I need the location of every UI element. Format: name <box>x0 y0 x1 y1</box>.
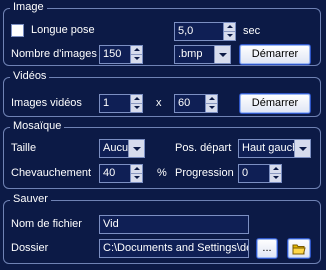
percent-label: % <box>157 167 167 179</box>
chevauchement-label: Chevauchement <box>11 167 92 179</box>
mosaique-legend: Mosaïque <box>10 120 65 132</box>
spin-down-icon[interactable] <box>131 174 142 182</box>
exposure-unit: sec <box>243 25 261 37</box>
chevron-down-icon[interactable] <box>294 140 310 157</box>
browse-button[interactable]: ... <box>256 238 278 259</box>
taille-dropdown[interactable]: Aucun <box>99 139 145 158</box>
format-value: .bmp <box>178 48 203 60</box>
longue-pose-checkbox[interactable] <box>11 24 24 37</box>
pos-depart-label: Pos. départ <box>175 142 232 154</box>
spin-up-icon[interactable] <box>270 165 281 174</box>
exposure-field[interactable]: 5,0 <box>174 22 224 41</box>
video-width-field[interactable]: 1 <box>99 94 131 113</box>
videos-legend: Vidéos <box>10 70 50 82</box>
spin-up-icon[interactable] <box>131 165 142 174</box>
spin-down-icon[interactable] <box>131 104 142 112</box>
chevron-down-icon[interactable] <box>128 140 144 157</box>
progression-label: Progression <box>175 167 234 179</box>
sauver-legend: Sauver <box>10 193 51 205</box>
progression-spinner[interactable] <box>269 164 282 183</box>
exposure-spinner[interactable] <box>223 22 236 41</box>
x-label: x <box>156 97 162 109</box>
image-legend: Image <box>10 1 47 13</box>
nom-fichier-label: Nom de fichier <box>11 218 82 230</box>
progression-field[interactable]: 0 <box>238 164 270 183</box>
chevauchement-field[interactable]: 40 <box>99 164 131 183</box>
longue-pose-label: Longue pose <box>31 24 95 36</box>
dossier-field[interactable]: C:\Documents and Settings\den <box>99 239 249 258</box>
pos-depart-dropdown[interactable]: Haut gauche <box>238 139 311 158</box>
spin-up-icon[interactable] <box>131 46 142 55</box>
video-height-spinner[interactable] <box>205 94 218 113</box>
video-width-spinner[interactable] <box>130 94 143 113</box>
image-start-button[interactable]: Démarrer <box>239 44 311 65</box>
videos-start-button[interactable]: Démarrer <box>239 93 311 114</box>
nombre-images-spinner[interactable] <box>130 45 143 64</box>
spin-down-icon[interactable] <box>270 174 281 182</box>
images-videos-label: Images vidéos <box>11 97 82 109</box>
spin-up-icon[interactable] <box>206 95 217 104</box>
spin-up-icon[interactable] <box>131 95 142 104</box>
format-dropdown[interactable]: .bmp <box>174 45 231 64</box>
nombre-images-label: Nombre d'images <box>11 48 97 60</box>
spin-down-icon[interactable] <box>206 104 217 112</box>
spin-down-icon[interactable] <box>131 55 142 63</box>
spin-down-icon[interactable] <box>224 32 235 40</box>
chevauchement-spinner[interactable] <box>130 164 143 183</box>
spin-up-icon[interactable] <box>224 23 235 32</box>
dossier-label: Dossier <box>11 242 49 254</box>
folder-icon <box>292 244 306 255</box>
chevron-down-icon[interactable] <box>214 46 230 63</box>
taille-label: Taille <box>11 142 37 154</box>
video-height-field[interactable]: 60 <box>174 94 206 113</box>
open-folder-button[interactable] <box>287 238 311 259</box>
nombre-images-field[interactable]: 150 <box>99 45 131 64</box>
nom-fichier-field[interactable]: Vid <box>99 215 249 234</box>
